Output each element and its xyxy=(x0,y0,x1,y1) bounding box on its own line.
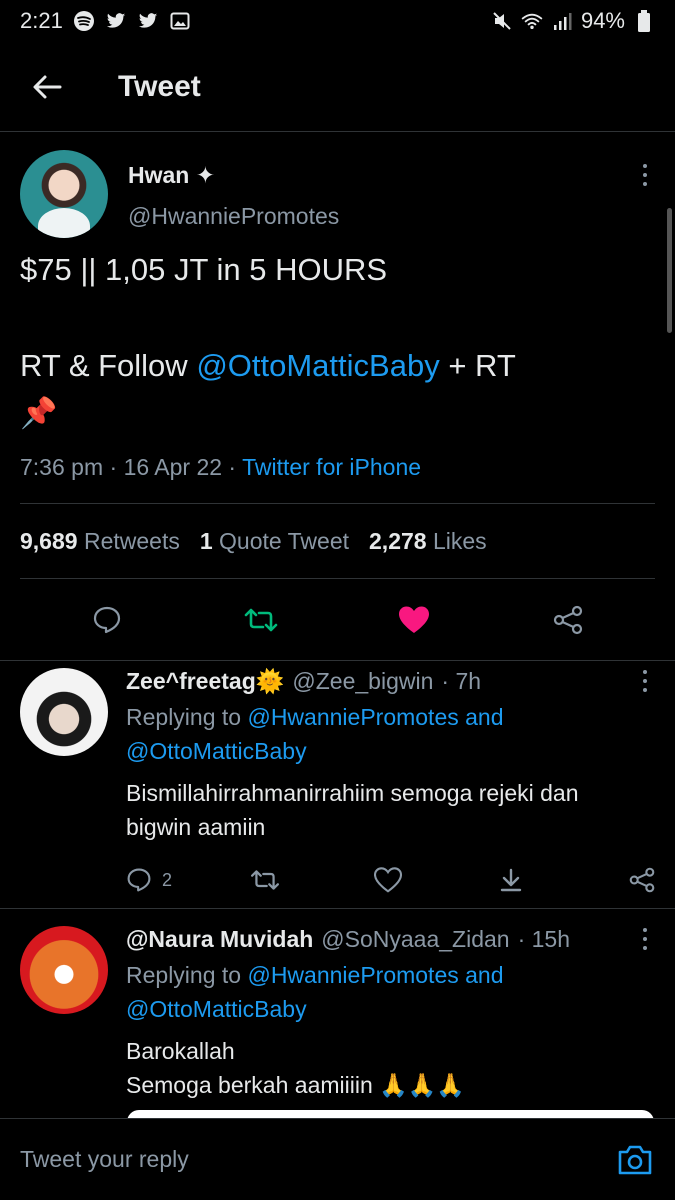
avatar[interactable] xyxy=(20,926,108,1014)
scrollbar[interactable] xyxy=(667,208,672,333)
reply-handle[interactable]: @Zee_bigwin xyxy=(292,664,433,698)
reply-display-name[interactable]: @Naura Muvidah xyxy=(126,922,313,956)
like-heart-icon[interactable] xyxy=(394,600,434,640)
tweet-actions xyxy=(0,579,675,661)
heart-icon xyxy=(374,867,402,893)
like-button[interactable] xyxy=(374,867,498,893)
reply-tweet[interactable]: @Naura Muvidah @SoNyaaa_Zidan · 15h Repl… xyxy=(0,922,675,1102)
tweet-stats: 9,689 Retweets 1 Quote Tweet 2,278 Likes xyxy=(0,504,675,578)
tweet-line: RT & Follow @OttoMatticBaby + RT xyxy=(20,342,655,390)
battery-percent: 94% xyxy=(580,8,625,33)
signal-icon xyxy=(551,10,573,32)
share-button[interactable] xyxy=(629,867,655,893)
tweet-line: $75 || 1,05 JT in 5 HOURS xyxy=(20,252,388,287)
share-icon[interactable] xyxy=(548,600,588,640)
reply-actions: 2 xyxy=(126,860,655,900)
replying-to: Replying to @HwanniePromotes and @OttoMa… xyxy=(126,962,504,1022)
reply-age: · 7h xyxy=(441,668,482,694)
reply-icon[interactable] xyxy=(87,600,127,640)
back-button[interactable] xyxy=(22,62,72,112)
author-display-name[interactable]: Hwan ✦ xyxy=(128,162,339,189)
retweet-icon[interactable] xyxy=(241,600,281,640)
share-icon xyxy=(629,867,655,893)
likes-stat[interactable]: 2,278 Likes xyxy=(369,528,487,555)
spotify-icon xyxy=(73,10,95,32)
tweet-text-segment: + RT xyxy=(439,348,516,383)
main-tweet: Hwan ✦ @HwanniePromotes $75 || 1,05 JT i… xyxy=(0,150,675,661)
reply-count: 2 xyxy=(162,870,173,890)
mention-link[interactable]: @HwanniePromotes xyxy=(247,704,458,730)
status-bar: 2:21 94% xyxy=(0,0,675,42)
more-options-icon[interactable] xyxy=(635,164,655,186)
divider xyxy=(0,908,675,909)
download-button[interactable] xyxy=(498,867,622,893)
twitter-bird-icon xyxy=(137,10,159,32)
reply-text: Bismillahirrahmanirrahiim semoga rejeki … xyxy=(126,780,579,840)
mention-link[interactable]: @OttoMatticBaby xyxy=(126,738,307,764)
replying-to: Replying to @HwanniePromotes and @OttoMa… xyxy=(126,704,504,764)
reply-icon xyxy=(127,868,151,892)
battery-icon xyxy=(633,10,655,32)
reply-compose-bar: Tweet your reply xyxy=(0,1118,675,1200)
author-handle[interactable]: @HwanniePromotes xyxy=(128,203,339,230)
page-title: Tweet xyxy=(118,69,201,103)
arrow-left-icon xyxy=(33,75,62,98)
status-time: 2:21 xyxy=(20,8,63,33)
tweet-meta: 7:36 pm · 16 Apr 22 · Twitter for iPhone xyxy=(20,454,422,480)
wifi-icon xyxy=(521,10,543,32)
more-options-icon[interactable] xyxy=(635,928,655,950)
reply-input[interactable]: Tweet your reply xyxy=(20,1146,615,1173)
mention-link[interactable]: @HwanniePromotes xyxy=(247,962,458,988)
mention-link[interactable]: @OttoMatticBaby xyxy=(126,996,307,1022)
retweets-stat[interactable]: 9,689 Retweets xyxy=(20,528,180,555)
retweet-button[interactable] xyxy=(250,868,374,892)
avatar[interactable] xyxy=(20,668,108,756)
mention-link[interactable]: @OttoMatticBaby xyxy=(196,348,439,383)
tweet-source-link[interactable]: Twitter for iPhone xyxy=(242,454,421,480)
gallery-icon xyxy=(169,10,191,32)
mute-icon xyxy=(491,10,513,32)
reply-tweet[interactable]: Zee^freetag🌞 @Zee_bigwin · 7h Replying t… xyxy=(0,664,675,900)
reply-handle[interactable]: @SoNyaaa_Zidan xyxy=(321,922,509,956)
tweet-author-row: Hwan ✦ @HwanniePromotes xyxy=(0,150,675,240)
download-icon xyxy=(500,868,522,892)
reply-text: Barokallah Semoga berkah aamiiiin 🙏🙏🙏 xyxy=(126,1038,466,1098)
camera-icon xyxy=(618,1145,652,1174)
retweet-icon xyxy=(251,870,279,890)
tweet-text: $75 || 1,05 JT in 5 HOURS RT & Follow @O… xyxy=(0,246,675,438)
tweet-time: 7:36 pm xyxy=(20,454,104,480)
top-bar: Tweet xyxy=(0,42,675,132)
pushpin-emoji: 📌 xyxy=(20,397,58,430)
reply-display-name[interactable]: Zee^freetag🌞 xyxy=(126,664,284,698)
quotes-stat[interactable]: 1 Quote Tweet xyxy=(200,528,349,555)
reply-age: · 15h xyxy=(517,926,571,952)
tweet-date: 16 Apr 22 xyxy=(123,454,223,480)
tweet-text-segment: RT & Follow xyxy=(20,348,197,383)
avatar[interactable] xyxy=(20,150,108,238)
camera-button[interactable] xyxy=(615,1140,655,1180)
twitter-bird-icon xyxy=(105,10,127,32)
more-options-icon[interactable] xyxy=(635,670,655,692)
reply-button[interactable]: 2 xyxy=(126,863,250,897)
